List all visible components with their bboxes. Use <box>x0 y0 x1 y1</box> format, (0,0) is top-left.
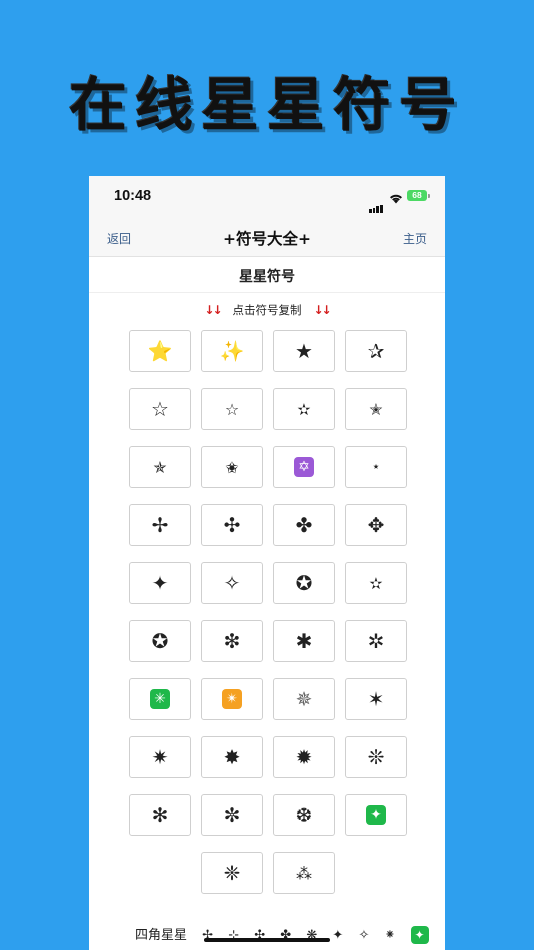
eight-spoked-asterisk-emoji-icon: ✳ <box>150 689 170 709</box>
symbol-button[interactable]: ✦ <box>345 794 407 836</box>
symbol-button[interactable]: ✢ <box>129 504 191 546</box>
symbol-button[interactable]: ✲ <box>345 620 407 662</box>
star-operator-icon: ⋆ <box>371 459 381 475</box>
heavy-eight-pointed-star-icon: ✸ <box>223 745 241 769</box>
outlined-star-icon: ✫ <box>297 399 311 419</box>
symbol-button[interactable]: ✥ <box>345 504 407 546</box>
symbol-button[interactable]: ❊ <box>345 736 407 778</box>
four-teardrop-star-icon: ✢ <box>151 513 169 537</box>
status-time: 10:48 <box>114 188 152 204</box>
symbol-button[interactable]: ✯ <box>129 446 191 488</box>
symbol-button[interactable]: ✫ <box>345 562 407 604</box>
section-title: 星星符号 <box>239 269 295 285</box>
eight-pointed-pinwheel-star-icon: ✵ <box>295 687 313 711</box>
symbol-button[interactable]: ✴ <box>201 678 263 720</box>
symbol-button[interactable]: ★ <box>273 330 335 372</box>
sparkles-emoji-icon: ✨ <box>219 339 245 363</box>
down-arrow-icon: ↓↓ <box>204 303 222 317</box>
black-center-star-icon: ✭ <box>369 399 383 419</box>
symbol-button[interactable]: ☆ <box>201 388 263 430</box>
outlined-black-star-icon: ✫ <box>369 573 383 593</box>
hint-text: 点击符号复制 <box>232 303 302 317</box>
heavy-asterisk-icon: ✱ <box>295 629 313 653</box>
symbol-button[interactable]: ⭐ <box>129 330 191 372</box>
home-button[interactable]: 主页 <box>403 230 427 247</box>
symbol-button[interactable]: ✬ <box>201 446 263 488</box>
symbol-button[interactable]: ✪ <box>129 620 191 662</box>
circled-white-star-icon: ✪ <box>295 571 313 595</box>
teardrop-spoked-asterisk-icon: ✻ <box>151 803 169 827</box>
sparkle-icon: ❇ <box>223 629 241 653</box>
symbol-button[interactable]: ✵ <box>273 678 335 720</box>
status-bar: 10:48 68 <box>89 176 445 218</box>
open-center-teardrop-asterisk-icon: ✼ <box>223 803 241 827</box>
home-indicator <box>204 938 330 942</box>
white-star-icon: ☆ <box>151 397 169 421</box>
star-of-david-emoji-icon: ✡ <box>294 457 314 477</box>
footer-label: 四角星星 <box>135 928 188 943</box>
six-pointed-black-star-icon: ✶ <box>367 687 385 711</box>
symbol-button[interactable]: ⋆ <box>345 446 407 488</box>
symbol-button[interactable]: ✡ <box>273 446 335 488</box>
symbol-button[interactable]: ✫ <box>273 388 335 430</box>
symbol-button[interactable]: ✨ <box>201 330 263 372</box>
symbol-button[interactable]: ✣ <box>201 504 263 546</box>
symbol-button[interactable]: ❆ <box>273 794 335 836</box>
nav-bar: 返回 +符号大全+ 主页 <box>89 218 445 257</box>
symbol-button[interactable]: ☆ <box>129 388 191 430</box>
green-sparkle-emoji-icon: ✦ <box>366 805 386 825</box>
footer-symbol[interactable]: ✧ <box>358 928 369 943</box>
signal-icon <box>369 194 384 213</box>
symbol-button[interactable]: ✪ <box>273 562 335 604</box>
symbol-button[interactable]: ✳ <box>129 678 191 720</box>
circled-star-icon: ✪ <box>151 629 169 653</box>
phone-screen: 10:48 68 返回 +符号大全+ 主页 星星符号 ↓↓ 点击符号复制 ↓↓ ⭐ … <box>89 176 445 950</box>
asterism-icon: ⁂ <box>296 863 312 883</box>
black-star-icon: ★ <box>295 339 313 363</box>
open-center-asterisk-icon: ✲ <box>367 629 385 653</box>
symbol-grid: ⭐ ✨ ★ ✰ ☆ ☆ ✫ ✭ ✯ ✬ ✡ ⋆ ✢ ✣ ✤ ✥ ✦ ✧ ✪ ✫ … <box>129 330 407 894</box>
battery-icon: 68 <box>407 190 430 201</box>
white-four-star-icon: ✧ <box>223 571 241 595</box>
down-arrow-icon: ↓↓ <box>313 303 332 317</box>
copy-hint: ↓↓ 点击符号复制 ↓↓ <box>89 302 445 318</box>
banner-title: 在线星星符号 <box>68 71 465 139</box>
symbol-button[interactable]: ✷ <box>129 736 191 778</box>
green-sparkle-emoji-icon[interactable]: ✦ <box>410 926 429 944</box>
four-balloon-star-icon: ✣ <box>223 513 241 537</box>
divider <box>89 292 445 293</box>
symbol-button[interactable]: ❇ <box>201 620 263 662</box>
footer-symbol[interactable]: ✦ <box>332 928 343 943</box>
twelve-pointed-star-icon: ✹ <box>295 745 313 769</box>
symbol-button[interactable]: ✭ <box>345 388 407 430</box>
star-emoji-icon: ⭐ <box>147 339 173 363</box>
white-center-star-icon: ✬ <box>225 457 239 477</box>
symbol-button[interactable]: ✤ <box>273 504 335 546</box>
nav-title: +符号大全+ <box>223 230 311 248</box>
symbol-button[interactable]: ✸ <box>201 736 263 778</box>
symbol-button[interactable]: ✧ <box>201 562 263 604</box>
symbol-button[interactable]: ✰ <box>345 330 407 372</box>
symbol-button[interactable]: ✻ <box>129 794 191 836</box>
black-four-star-icon: ✦ <box>151 571 169 595</box>
snowflake-icon: ❆ <box>295 803 313 827</box>
footer-symbol[interactable]: ⁕ <box>384 928 395 943</box>
symbol-button[interactable]: ✹ <box>273 736 335 778</box>
heavy-sparkle-icon: ❈ <box>223 861 241 885</box>
eight-pointed-rectilinear-star-icon: ✷ <box>151 745 169 769</box>
symbol-button[interactable]: ✶ <box>345 678 407 720</box>
symbol-button[interactable]: ✼ <box>201 794 263 836</box>
symbol-button[interactable]: ⁂ <box>273 852 335 894</box>
four-club-star-icon: ✤ <box>295 513 313 537</box>
eight-pointed-star-emoji-icon: ✴ <box>222 689 242 709</box>
pinwheel-star-icon: ✯ <box>153 457 167 477</box>
shadowed-star-icon: ✰ <box>367 339 385 363</box>
symbol-button[interactable]: ✦ <box>129 562 191 604</box>
symbol-button[interactable]: ❈ <box>201 852 263 894</box>
four-club-outline-star-icon: ✥ <box>367 513 385 537</box>
wifi-icon <box>389 189 403 208</box>
eight-teardrop-propeller-icon: ❊ <box>367 745 385 769</box>
white-star-small-icon: ☆ <box>224 399 240 419</box>
symbol-button[interactable]: ✱ <box>273 620 335 662</box>
